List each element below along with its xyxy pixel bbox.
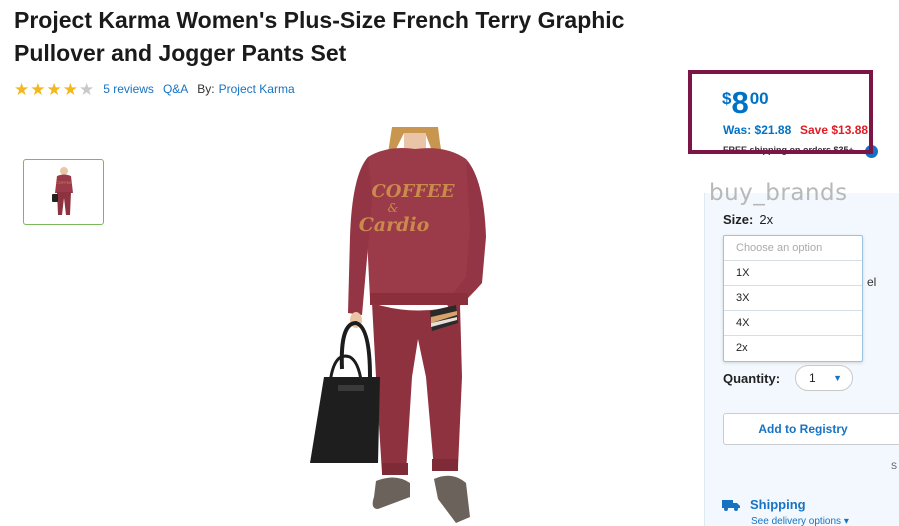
size-option-placeholder[interactable]: Choose an option (724, 236, 862, 261)
size-option[interactable]: 4X (724, 311, 862, 336)
product-image: COFFEE & Cardio (300, 127, 520, 526)
svg-text:COFFEE: COFFEE (56, 180, 73, 185)
rating-row: ★ ★ ★ ★ ★ 5 reviews Q&A By: Project Karm… (14, 80, 295, 98)
product-thumbnail[interactable]: COFFEE (23, 159, 104, 225)
size-option[interactable]: 1X (724, 261, 862, 286)
star-empty-icon: ★ (79, 79, 95, 99)
reviews-link[interactable]: 5 reviews (103, 82, 154, 96)
truck-icon (722, 499, 740, 511)
chevron-down-icon: ▾ (843, 516, 849, 526)
shirt-graphic-line1: COFFEE (371, 181, 454, 202)
shirt-graphic-line3: Cardio (359, 214, 430, 236)
size-label-text: Size: (723, 212, 754, 227)
quantity-value: 1 (809, 371, 816, 385)
star-icon: ★ (62, 79, 78, 99)
shipping-title: Shipping (750, 497, 806, 512)
add-to-registry-button[interactable]: Add to Registry (723, 413, 899, 445)
star-rating[interactable]: ★ ★ ★ ★ ★ (14, 81, 95, 98)
star-icon: ★ (46, 79, 62, 99)
delivery-options-link[interactable]: See delivery options ▾ (751, 516, 849, 526)
size-label: Size: 2x (723, 212, 773, 227)
product-title: Project Karma Women's Plus-Size French T… (14, 7, 625, 66)
price-highlight-box (688, 70, 873, 154)
watermark: buy_brands (709, 180, 848, 206)
clipped-text-fragment: S (891, 461, 898, 471)
obscured-text-fragment: el (867, 275, 877, 289)
brand-link[interactable]: Project Karma (219, 82, 295, 96)
star-icon: ★ (30, 79, 46, 99)
size-selected-value: 2x (759, 212, 774, 227)
star-icon: ★ (14, 79, 30, 99)
delivery-options-label: See delivery options (751, 516, 842, 526)
shirt-graphic-line2: & (388, 201, 399, 215)
chevron-down-icon: ▼ (833, 373, 842, 383)
size-dropdown[interactable]: Choose an option 1X 3X 4X 2x (723, 235, 863, 362)
thumbnail-image: COFFEE (52, 167, 73, 215)
size-option[interactable]: 2x (724, 336, 862, 361)
shipping-row: Shipping (722, 497, 806, 512)
qa-link[interactable]: Q&A (163, 82, 188, 96)
quantity-select[interactable]: 1 ▼ (795, 365, 853, 391)
size-option[interactable]: 3X (724, 286, 862, 311)
by-label: By: (197, 82, 215, 96)
quantity-label: Quantity: (723, 371, 781, 386)
